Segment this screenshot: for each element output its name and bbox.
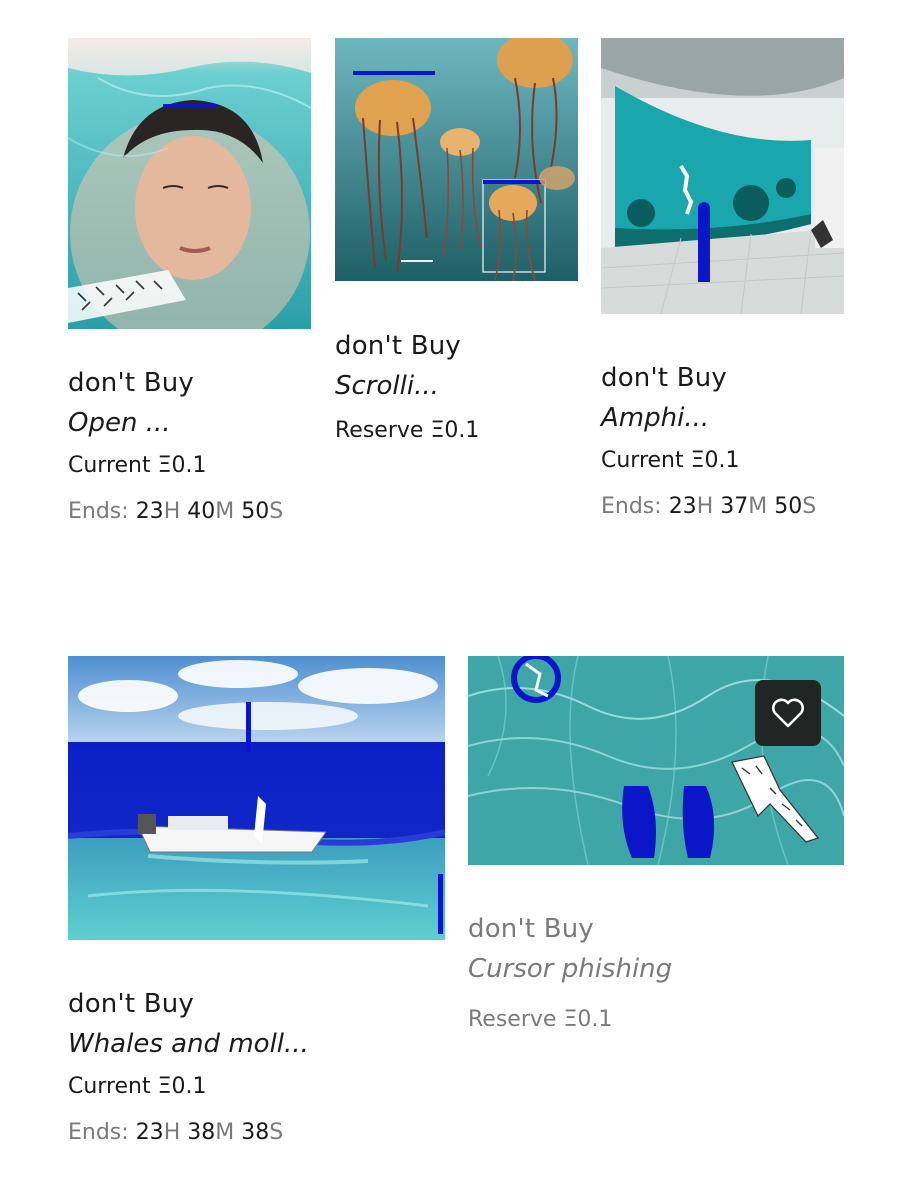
auction-countdown: Ends: 23H 37M 50S [601,492,845,522]
price-line: Reserve Ξ0.1 [335,416,579,446]
hours-value: 23 [135,1120,164,1145]
artwork-title[interactable]: Cursor phishing [468,949,845,989]
artwork-title[interactable]: Amphi... [601,398,845,438]
artwork-image-underwater-face[interactable] [68,38,311,329]
ends-label: Ends: [68,1120,129,1145]
price-label: Current [68,453,151,478]
price-line: Current Ξ0.1 [68,451,312,481]
artwork-card[interactable]: don't Buy Cursor phishing Reserve Ξ0.1 [468,656,845,1035]
seconds-value: 50 [774,494,803,519]
seconds-value: 38 [241,1120,270,1145]
artwork-title[interactable]: Open ... [68,403,312,443]
price-value: Ξ0.1 [430,418,480,443]
minutes-unit: M [215,499,235,524]
artist-name[interactable]: don't Buy [68,363,312,403]
seconds-value: 50 [241,499,270,524]
artist-name[interactable]: don't Buy [601,358,845,398]
artwork-card[interactable]: don't Buy Amphi... Current Ξ0.1 Ends: 23… [601,38,845,522]
hours-unit: H [163,1120,181,1145]
price-label: Current [68,1074,151,1099]
artist-name[interactable]: don't Buy [335,326,579,366]
artwork-card[interactable]: don't Buy Whales and moll... Current Ξ0.… [68,656,445,1148]
price-value: Ξ0.1 [563,1007,613,1032]
minutes-value: 37 [720,494,749,519]
ends-label: Ends: [68,499,129,524]
heart-icon [772,698,804,728]
minutes-unit: M [215,1120,235,1145]
artist-name[interactable]: don't Buy [468,909,845,949]
hours-unit: H [696,494,714,519]
seconds-unit: S [269,499,284,524]
seconds-unit: S [802,494,817,519]
price-label: Reserve [335,418,424,443]
artwork-title[interactable]: Scrolli... [335,366,579,406]
artwork-card[interactable]: don't Buy Open ... Current Ξ0.1 Ends: 23… [68,38,312,527]
price-label: Current [601,448,684,473]
artwork-card[interactable]: don't Buy Scrolli... Reserve Ξ0.1 [335,38,579,446]
price-value: Ξ0.1 [157,1074,207,1099]
artwork-image-whales-boat[interactable] [68,656,445,940]
artwork-title[interactable]: Whales and moll... [68,1024,445,1064]
price-line: Reserve Ξ0.1 [468,1005,845,1035]
minutes-value: 38 [187,1120,216,1145]
hours-unit: H [163,499,181,524]
artist-name[interactable]: don't Buy [68,984,445,1024]
minutes-unit: M [748,494,768,519]
hours-value: 23 [135,499,164,524]
artwork-image-jellyfish[interactable] [335,38,578,281]
seconds-unit: S [269,1120,284,1145]
hours-value: 23 [668,494,697,519]
ends-label: Ends: [601,494,662,519]
price-label: Reserve [468,1007,557,1032]
auction-countdown: Ends: 23H 38M 38S [68,1118,445,1148]
price-value: Ξ0.1 [690,448,740,473]
auction-countdown: Ends: 23H 40M 50S [68,497,312,527]
price-line: Current Ξ0.1 [68,1072,445,1102]
price-line: Current Ξ0.1 [601,446,845,476]
artwork-image-cursor-phishing[interactable] [468,656,844,865]
artwork-image-aquarium-room[interactable] [601,38,844,314]
price-value: Ξ0.1 [157,453,207,478]
minutes-value: 40 [187,499,216,524]
favorite-button[interactable] [755,680,821,746]
